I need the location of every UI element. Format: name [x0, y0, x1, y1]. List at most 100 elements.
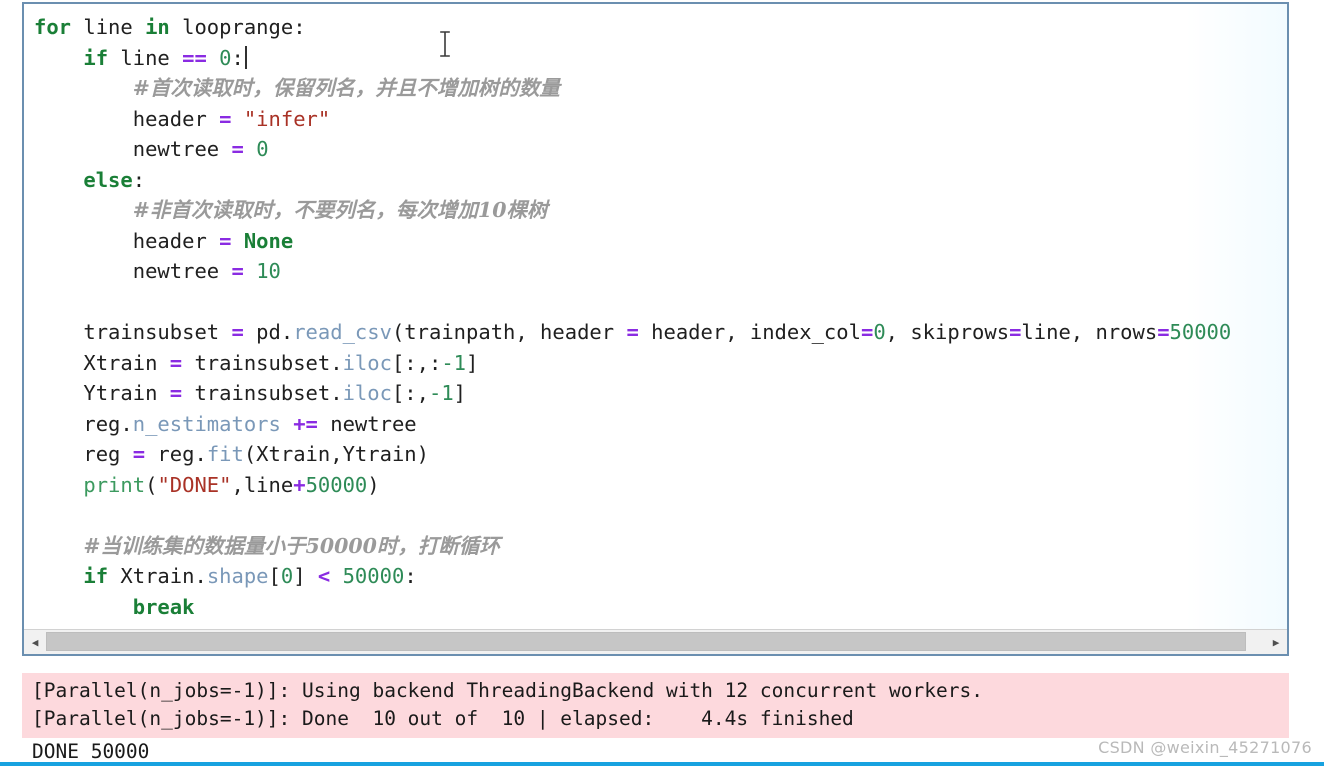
code-token-op: =: [169, 350, 183, 375]
code-token-fn: iloc: [342, 381, 392, 405]
code-token-kw: else: [83, 167, 133, 192]
code-token-op: =: [219, 228, 232, 253]
code-token-fn: iloc: [342, 350, 392, 375]
code-token-plain: line, nrows: [1021, 320, 1158, 344]
code-token-num: 0: [219, 45, 232, 70]
code-line: else:: [34, 165, 1287, 196]
code-token-plain: pd.: [243, 320, 294, 344]
code-token-num: -1: [428, 381, 454, 405]
code-token-plain: (Xtrain,Ytrain): [243, 442, 429, 466]
code-token-plain: (: [145, 472, 158, 497]
horizontal-scrollbar[interactable]: ◀ ▶: [24, 629, 1287, 654]
code-token-plain: :: [231, 45, 244, 70]
code-token-num: 50000: [1169, 320, 1232, 344]
code-token-num: 50000: [342, 564, 405, 588]
code-token-fn: fit: [206, 442, 244, 466]
code-token-kw: for: [34, 15, 72, 39]
code-token-plain: trainsubset.: [182, 381, 343, 405]
code-token-cmt: #非首次读取时，不要列名，每次增加10棵树: [132, 198, 548, 222]
code-token-op: <: [317, 564, 331, 588]
code-line: [34, 500, 1287, 531]
code-token-plain: Ytrain: [83, 381, 170, 405]
code-token-str: "infer": [243, 106, 331, 131]
output-stderr-pane: [Parallel(n_jobs=-1)]: Using backend Thr…: [22, 673, 1289, 738]
code-line: if Xtrain.shape[0] < 50000:: [34, 561, 1287, 592]
code-token-plain: line: [71, 15, 146, 39]
code-token-op: =: [231, 320, 244, 344]
code-token-plain: :: [404, 564, 417, 588]
code-token-kw: if: [83, 45, 109, 70]
code-token-fn: n_estimators: [132, 411, 281, 436]
code-token-plain: newtree: [132, 137, 232, 161]
code-token-str: "DONE": [157, 472, 232, 497]
code-line: print("DONE",line+50000): [34, 470, 1287, 501]
code-line: [34, 287, 1287, 318]
code-token-plain: ,line: [231, 472, 294, 497]
code-token-kw: if: [83, 564, 109, 588]
code-line: reg = reg.fit(Xtrain,Ytrain): [34, 439, 1287, 470]
code-token-plain: [:,: [391, 381, 429, 405]
watermark-text: CSDN @weixin_45271076: [1098, 738, 1312, 757]
code-line: trainsubset = pd.read_csv(trainpath, hea…: [34, 317, 1287, 348]
code-line: newtree = 0: [34, 134, 1287, 165]
code-token-kw: None: [243, 228, 294, 253]
scroll-right-arrow-icon[interactable]: ▶: [1265, 631, 1287, 653]
code-token-plain: [:,:: [391, 350, 442, 375]
code-token-num: 10: [256, 259, 281, 283]
code-token-op: =: [231, 137, 244, 161]
code-token-num: 0: [256, 137, 269, 161]
code-token-plain: :: [132, 167, 146, 192]
code-token-plain: newtree: [132, 259, 232, 283]
code-token-op: =: [169, 381, 183, 405]
code-cell[interactable]: for line in looprange: if line == 0: #首次…: [22, 2, 1289, 656]
code-token-plain: newtree: [317, 411, 417, 436]
code-token-op: +=: [293, 411, 318, 436]
code-token-op: =: [231, 259, 244, 283]
code-token-op: =: [219, 106, 232, 131]
scrollbar-thumb[interactable]: [46, 632, 1246, 651]
scrollbar-track[interactable]: [46, 631, 1265, 653]
code-line: if line == 0:: [34, 43, 1287, 74]
code-line: break: [34, 592, 1287, 623]
code-token-plain: Xtrain.: [108, 564, 207, 588]
code-token-plain: reg.: [145, 442, 207, 466]
code-line: #首次读取时，保留列名，并且不增加树的数量: [34, 73, 1287, 104]
code-token-bi: print: [83, 472, 146, 497]
code-token-num: 0: [280, 564, 294, 588]
code-token-plain: header, index_col: [638, 320, 861, 344]
code-editor-area[interactable]: for line in looprange: if line == 0: #首次…: [24, 4, 1287, 630]
code-token-plain: ]: [466, 350, 479, 375]
code-token-kw: in: [145, 15, 170, 39]
code-token-op: =: [860, 320, 874, 344]
code-token-plain: header: [132, 228, 220, 253]
code-token-plain: Xtrain: [83, 350, 170, 375]
code-token-plain: trainsubset: [83, 320, 232, 344]
stderr-line: [Parallel(n_jobs=-1)]: Using backend Thr…: [32, 679, 983, 702]
code-token-plain: ]: [293, 564, 318, 588]
scroll-left-arrow-icon[interactable]: ◀: [24, 631, 46, 653]
code-token-kw: break: [132, 594, 195, 619]
code-line: for line in looprange:: [34, 12, 1287, 43]
code-token-plain: line: [108, 45, 183, 70]
code-line: #非首次读取时，不要列名，每次增加10棵树: [34, 195, 1287, 226]
code-token-op: =: [132, 442, 146, 466]
code-token-op: +: [293, 472, 306, 497]
code-token-plain: ): [367, 472, 380, 497]
code-token-num: 0: [873, 320, 886, 344]
